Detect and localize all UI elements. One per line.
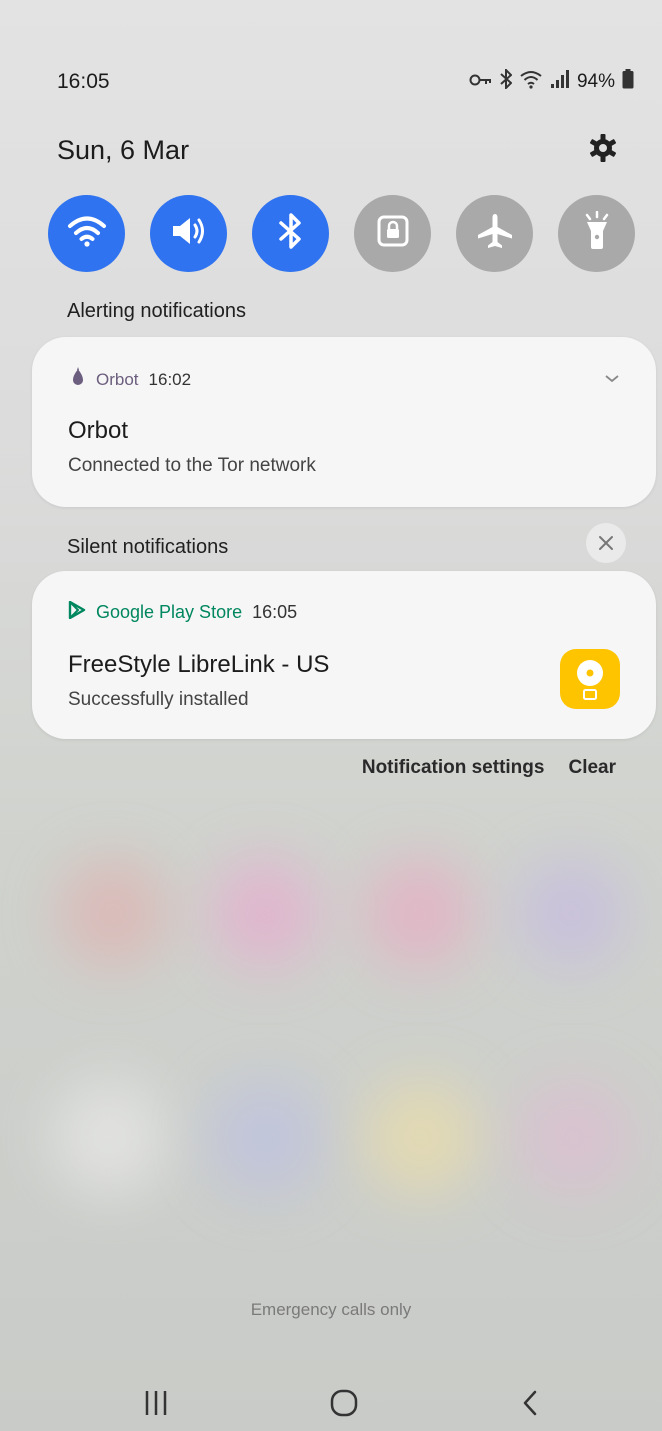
signal-icon [550, 69, 570, 95]
quick-toggles [48, 195, 635, 272]
play-store-notification[interactable]: Google Play Store 16:05 FreeStyle LibreL… [32, 571, 656, 739]
background-app-blur [516, 858, 626, 968]
notification-time: 16:02 [148, 369, 192, 389]
airplane-mode-toggle[interactable] [456, 195, 533, 272]
alerting-section-label: Alerting notifications [67, 300, 246, 322]
librelink-app-icon [560, 649, 620, 709]
home-button[interactable] [314, 1380, 374, 1430]
notification-settings-button[interactable]: Notification settings [362, 757, 545, 779]
notification-title: FreeStyle LibreLink - US [68, 651, 330, 678]
date-row: Sun, 6 Mar [57, 128, 618, 172]
battery-icon [622, 69, 634, 95]
close-icon[interactable] [586, 523, 626, 563]
bluetooth-icon [277, 212, 305, 255]
background-app-blur [516, 1080, 631, 1195]
sound-toggle[interactable] [150, 195, 227, 272]
background-app-blur [364, 1080, 479, 1195]
background-app-blur [208, 1080, 323, 1195]
home-icon [329, 1388, 359, 1423]
back-button[interactable] [500, 1380, 560, 1430]
orbot-notification[interactable]: Orbot 16:02 Orbot Connected to the Tor n… [32, 337, 656, 507]
notification-time: 16:05 [252, 602, 298, 622]
bluetooth-icon [500, 67, 513, 95]
orbot-app-icon [70, 367, 86, 392]
flashlight-toggle[interactable] [558, 195, 635, 272]
date-label[interactable]: Sun, 6 Mar [57, 135, 189, 166]
gear-icon[interactable] [588, 133, 618, 168]
vpn-key-icon [469, 71, 493, 93]
google-play-icon [68, 600, 86, 624]
background-app-blur [52, 1080, 167, 1195]
rotation-lock-toggle[interactable] [354, 195, 431, 272]
notification-app-name: Google Play Store [96, 602, 243, 622]
clear-button[interactable]: Clear [568, 757, 616, 779]
recent-apps-icon [144, 1389, 168, 1422]
battery-percent: 94% [576, 71, 615, 92]
chevron-down-icon[interactable] [604, 371, 620, 389]
flashlight-icon [581, 210, 613, 256]
notification-text: Connected to the Tor network [68, 455, 316, 476]
wifi-icon [67, 213, 107, 254]
notification-app-name: Orbot [96, 369, 139, 389]
wifi-icon [519, 69, 543, 95]
navigation-bar [0, 1380, 662, 1430]
bluetooth-toggle[interactable] [252, 195, 329, 272]
background-app-blur [210, 858, 320, 968]
airplane-icon [476, 212, 514, 255]
notification-text: Successfully installed [68, 689, 249, 710]
background-app-blur [58, 858, 168, 968]
status-bar: 16:05 94% [57, 64, 634, 100]
volume-icon [169, 213, 209, 254]
status-icons: 94% [469, 67, 634, 95]
lock-icon [376, 214, 410, 253]
clock: 16:05 [57, 70, 110, 93]
silent-section-label: Silent notifications [67, 536, 229, 558]
wifi-toggle[interactable] [48, 195, 125, 272]
notification-actions: Notification settings Clear [362, 757, 616, 779]
background-app-blur [364, 858, 474, 968]
back-icon [520, 1389, 540, 1422]
emergency-calls-label: Emergency calls only [250, 1300, 412, 1319]
notification-title: Orbot [68, 417, 129, 444]
recent-apps-button[interactable] [126, 1380, 186, 1430]
